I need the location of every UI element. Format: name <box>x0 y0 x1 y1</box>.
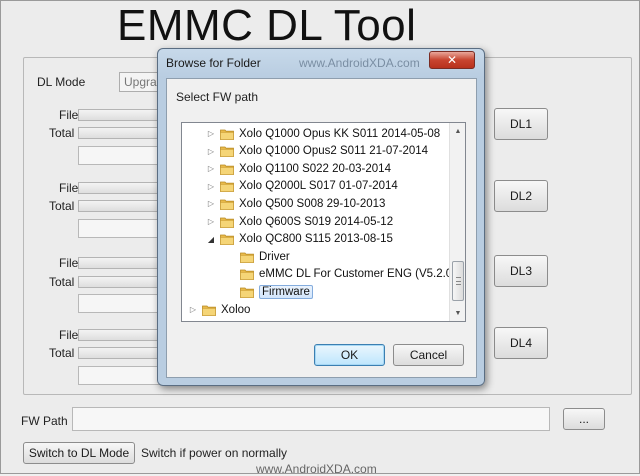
dialog-title: Browse for Folder <box>166 56 261 70</box>
tree-item[interactable]: ▷ Xolo Q1000 Opus2 S011 21-07-2014 <box>206 143 428 160</box>
app-title: EMMC DL Tool <box>117 1 417 50</box>
expand-arrow-icon[interactable]: ▷ <box>206 182 216 191</box>
tree-item-label: Xolo Q600S S019 2014-05-12 <box>239 215 394 228</box>
tree-item-label: Firmware <box>259 284 313 299</box>
tree-item-label: Xoloo <box>221 303 251 316</box>
expand-arrow-icon[interactable]: ▷ <box>206 199 216 208</box>
tree-item-label: Xolo QC800 S115 2013-08-15 <box>239 233 393 246</box>
tree-item-label: Driver <box>259 250 290 263</box>
tree-item[interactable]: Firmware <box>226 283 313 300</box>
slot3-total-label: Total <box>49 275 75 289</box>
ok-button[interactable]: OK <box>314 344 385 366</box>
dialog-prompt: Select FW path <box>176 90 259 104</box>
dl-mode-label: DL Mode <box>37 75 86 89</box>
cancel-button[interactable]: Cancel <box>393 344 464 366</box>
switch-hint: Switch if power on normally <box>141 446 288 460</box>
slot2-total-label: Total <box>49 199 75 213</box>
dl3-button[interactable]: DL3 <box>494 255 548 287</box>
expand-arrow-icon[interactable]: ▷ <box>206 217 216 226</box>
scroll-thumb[interactable] <box>452 261 464 301</box>
collapse-arrow-icon[interactable]: ◢ <box>206 235 216 244</box>
folder-icon <box>220 163 234 175</box>
expand-arrow-icon[interactable]: ▷ <box>206 164 216 173</box>
folder-icon <box>220 198 234 210</box>
folder-icon <box>240 268 254 281</box>
folder-icon <box>220 180 234 193</box>
switch-to-dl-mode-button[interactable]: Switch to DL Mode <box>23 442 135 464</box>
dl1-button[interactable]: DL1 <box>494 108 548 140</box>
dialog-close-button[interactable]: ✕ <box>429 51 475 69</box>
dialog-body: Select FW path ▷ Xolo Q1000 Opus KK S011 … <box>166 78 477 378</box>
expand-arrow-icon[interactable]: ▷ <box>206 147 216 156</box>
close-icon: ✕ <box>446 53 458 67</box>
expand-arrow-icon[interactable]: ▷ <box>188 305 198 314</box>
slot4-total-label: Total <box>49 346 75 360</box>
browse-button[interactable]: ... <box>563 408 605 430</box>
tree-item[interactable]: ▷ Xolo Q500 S008 29-10-2013 <box>206 195 386 212</box>
folder-icon <box>220 233 234 245</box>
tree-item-label: Xolo Q1000 Opus2 S011 21-07-2014 <box>239 145 429 158</box>
tree-item-label: Xolo Q500 S008 29-10-2013 <box>239 197 386 210</box>
slot1-total-label: Total <box>49 126 75 140</box>
fw-path-input[interactable] <box>72 407 550 431</box>
tree-item-label: eMMC DL For Customer ENG (V5.2.0R) <box>259 268 465 281</box>
expand-arrow-icon[interactable]: ▷ <box>206 129 216 138</box>
folder-tree[interactable]: ▷ Xolo Q1000 Opus KK S011 2014-05-08 ▷ Xolo… <box>181 122 466 322</box>
tree-item[interactable]: eMMC DL For Customer ENG (V5.2.0R) <box>226 266 464 283</box>
fw-path-label: FW Path <box>21 414 68 428</box>
scroll-down-icon[interactable]: ▼ <box>450 305 465 321</box>
scroll-up-icon[interactable]: ▲ <box>450 123 465 139</box>
tree-scrollbar[interactable]: ▲ ▼ <box>449 123 465 321</box>
folder-icon <box>220 216 234 228</box>
tree-item[interactable]: ◢ Xolo QC800 S115 2013-08-15 <box>206 231 393 248</box>
folder-icon <box>220 145 234 157</box>
browse-folder-dialog: Browse for Folder www.AndroidXDA.com ✕ S… <box>157 48 485 386</box>
tree-item[interactable]: ▷ Xoloo <box>188 301 251 318</box>
tree-item-label: Xolo Q2000L S017 01-07-2014 <box>239 180 398 193</box>
folder-icon <box>240 286 254 298</box>
dialog-watermark: www.AndroidXDA.com <box>299 56 420 70</box>
tree-item-label: Xolo Q1100 S022 20-03-2014 <box>239 162 391 175</box>
folder-icon <box>240 251 254 263</box>
dl2-button[interactable]: DL2 <box>494 180 548 212</box>
dl4-button[interactable]: DL4 <box>494 327 548 359</box>
tree-item-label: Xolo Q1000 Opus KK S011 2014-05-08 <box>239 127 441 140</box>
slot1-file-label: File <box>59 108 79 122</box>
tree-item[interactable]: ▷ Xolo Q1100 S022 20-03-2014 <box>206 160 391 177</box>
folder-icon <box>220 128 234 140</box>
folder-icon <box>202 304 216 316</box>
tree-item[interactable]: ▷ Xolo Q1000 Opus KK S011 2014-05-08 <box>206 125 440 142</box>
slot3-file-label: File <box>59 256 79 270</box>
slot2-file-label: File <box>59 181 79 195</box>
tree-item[interactable]: Driver <box>226 248 290 265</box>
tree-item[interactable]: ▷ Xolo Q600S S019 2014-05-12 <box>206 213 393 230</box>
slot4-file-label: File <box>59 328 79 342</box>
tree-item[interactable]: ▷ Xolo Q2000L S017 01-07-2014 <box>206 178 398 195</box>
